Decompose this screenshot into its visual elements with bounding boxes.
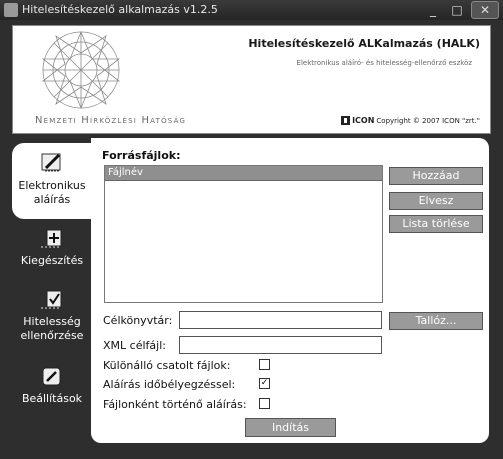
maximize-button[interactable]: □ <box>447 1 467 19</box>
header-banner: Nemzeti Hírközlési Hatóság Hitelesítéske… <box>12 25 491 134</box>
copyright-text: Copyright © 2007 ICON "zrt." <box>376 116 480 125</box>
timestamp-label: Aláírás időbélyegzéssel: <box>103 378 236 391</box>
pen-sign-icon <box>41 153 61 172</box>
timestamp-checkbox[interactable]: ✓ <box>259 378 270 389</box>
agency-name: Nemzeti Hírközlési Hatóság <box>35 115 187 126</box>
sidebar-item-label: Elektronikus aláírás <box>18 179 86 206</box>
target-dir-label: Célkönyvtár: <box>103 314 173 327</box>
verify-check-icon <box>41 290 62 309</box>
copyright-line: ICON Copyright © 2007 ICON "zrt." <box>341 116 480 125</box>
clear-list-button[interactable]: Lista törlése <box>389 215 483 233</box>
sidebar-item-label: Beállítások <box>21 392 83 405</box>
source-files-label: Forrásfájlok: <box>102 149 181 162</box>
xml-target-input[interactable] <box>179 336 382 354</box>
star-logo-icon <box>41 30 121 110</box>
sidebar-item-label: Kiegészítés <box>20 254 84 267</box>
file-list-header[interactable]: Fájlnév <box>105 166 382 181</box>
sidebar-item-signature[interactable]: Elektronikus aláírás <box>12 143 92 219</box>
app-window: Hitelesítéskezelő alkalmazás v1.2.5 _ □ … <box>0 0 503 459</box>
title-bar[interactable]: Hitelesítéskezelő alkalmazás v1.2.5 _ □ … <box>0 0 503 20</box>
app-icon <box>4 3 18 17</box>
main-panel: Forrásfájlok: Fájlnév Hozzáad Elvesz Lis… <box>91 138 489 443</box>
icon-logo-mark-icon <box>341 116 351 125</box>
per-file-sign-checkbox[interactable] <box>259 398 270 409</box>
add-document-icon <box>41 229 62 248</box>
detached-files-checkbox[interactable] <box>259 359 270 370</box>
app-title: Hitelesítéskezelő ALKalmazás (HALK) <box>248 37 480 50</box>
brand-name: ICON <box>352 116 375 125</box>
close-button[interactable]: ✕ <box>471 1 499 19</box>
sidebar-item-label: Hitelesség ellenőrzése <box>20 315 84 342</box>
add-button[interactable]: Hozzáad <box>389 167 483 185</box>
app-subtitle: Elektronikus aláíró- és hitelesség-ellen… <box>296 59 472 67</box>
remove-button[interactable]: Elvesz <box>389 192 483 210</box>
sidebar-item-verify[interactable]: Hitelesség ellenőrzése <box>12 289 92 347</box>
detached-files-label: Különálló csatolt fájlok: <box>103 359 231 372</box>
minimize-button[interactable]: _ <box>423 1 443 19</box>
file-list[interactable]: Fájlnév <box>104 165 383 303</box>
start-button[interactable]: Indítás <box>245 418 336 437</box>
target-dir-input[interactable] <box>179 311 382 329</box>
sidebar-item-settings[interactable]: Beállítások <box>12 366 92 410</box>
window-title: Hitelesítéskezelő alkalmazás v1.2.5 <box>22 3 218 16</box>
settings-icon <box>42 367 61 386</box>
browse-button[interactable]: Tallóz... <box>389 312 483 330</box>
per-file-sign-label: Fájlonként történő aláírás: <box>103 398 247 411</box>
sidebar-item-supplement[interactable]: Kiegészítés <box>12 228 92 276</box>
xml-target-label: XML célfájl: <box>103 339 166 352</box>
